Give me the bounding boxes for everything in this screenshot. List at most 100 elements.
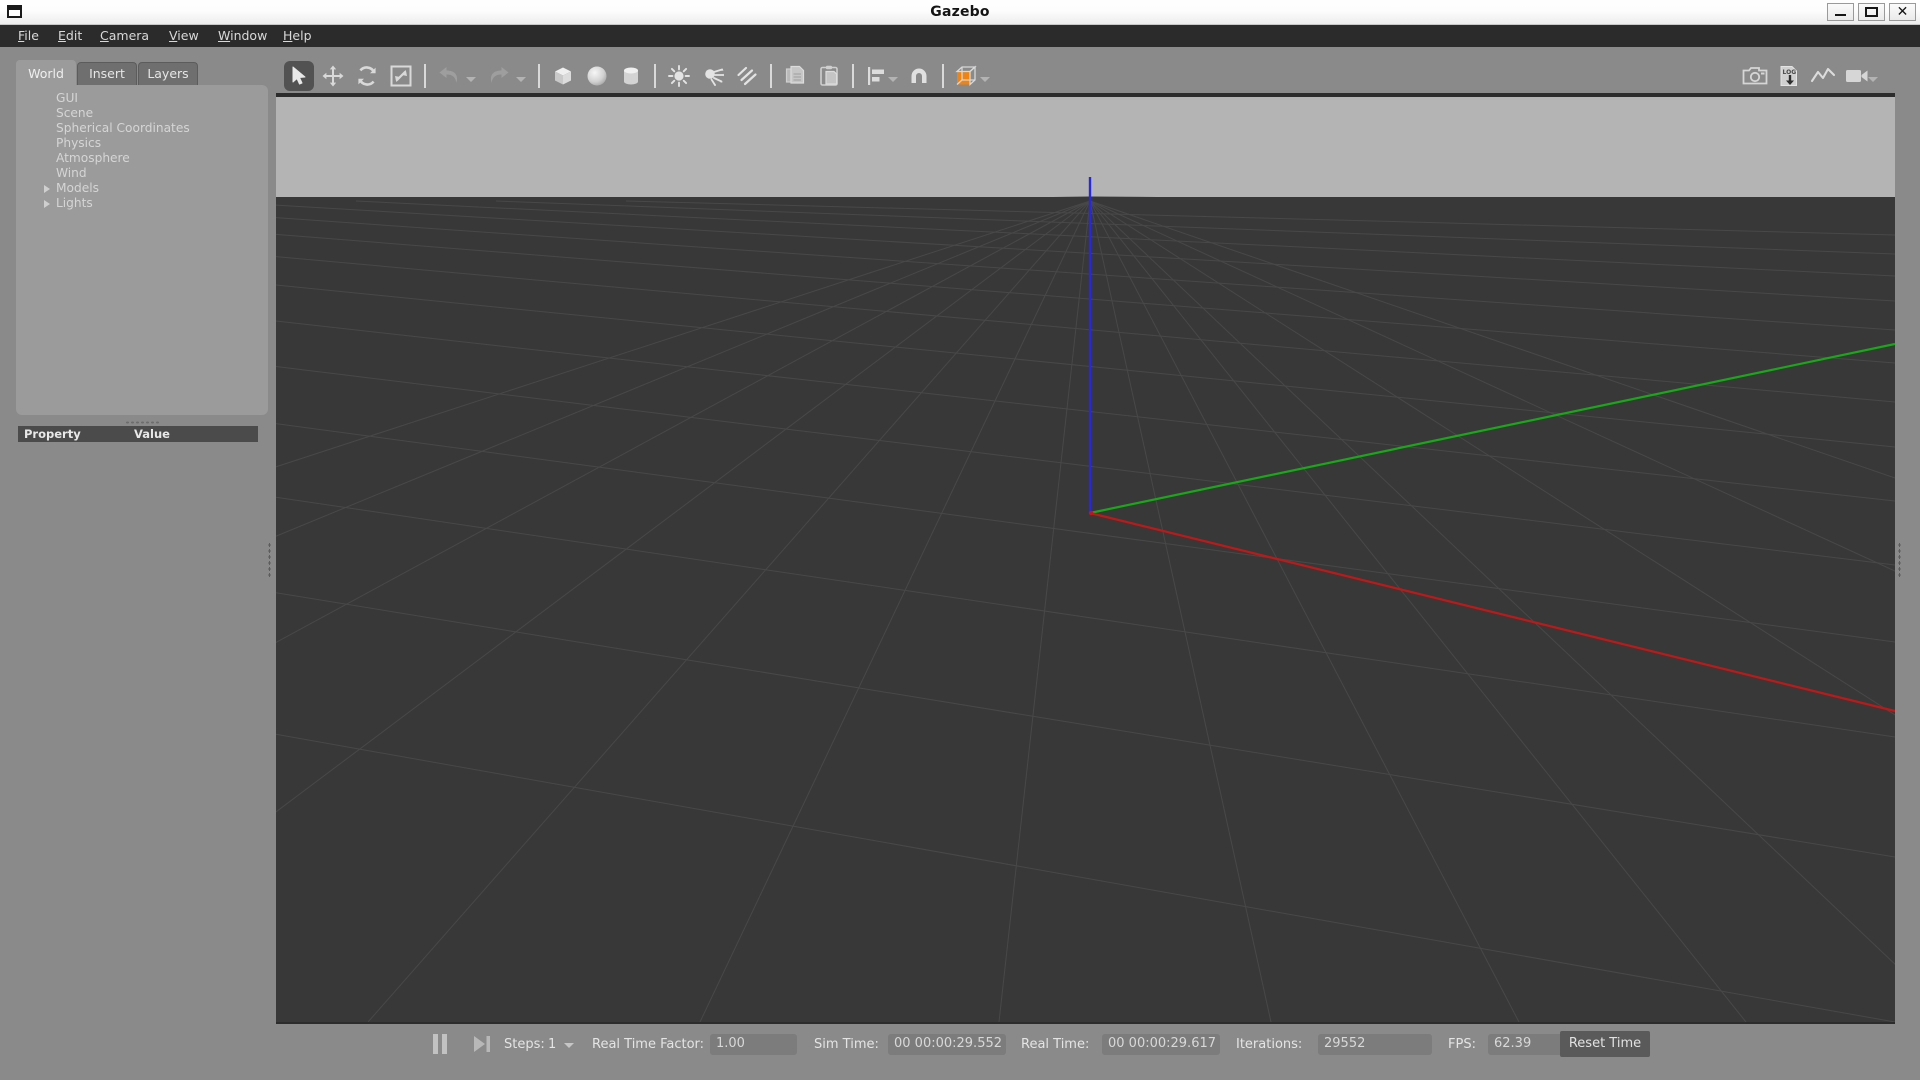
tree-item-label: GUI — [56, 91, 78, 105]
tree-item-label: Scene — [56, 106, 94, 120]
tree-item-physics[interactable]: Physics — [16, 136, 268, 151]
select-tool[interactable] — [284, 61, 314, 91]
right-vertical-splitter[interactable] — [1895, 80, 1903, 1040]
real-time-label: Real Time: — [1021, 1037, 1090, 1052]
tree-item-label: Physics — [56, 136, 102, 150]
scale-tool[interactable] — [386, 61, 416, 91]
tree-item-scene[interactable]: Scene — [16, 106, 268, 121]
close-button[interactable]: ✕ — [1889, 3, 1916, 21]
redo-dropdown-icon[interactable] — [516, 77, 526, 82]
title-bar: Gazebo ✕ — [0, 0, 1920, 25]
steps-dropdown-icon[interactable] — [564, 1043, 574, 1048]
render-region: LOG Steps: 1 Real Time Factor: 1.00 Sim … — [276, 57, 1895, 1065]
sim-time-label: Sim Time: — [814, 1037, 879, 1052]
expand-arrow-icon[interactable] — [44, 200, 50, 208]
undo-tool[interactable] — [434, 61, 464, 91]
toolbar-separator — [942, 64, 944, 88]
log-tool[interactable]: LOG — [1774, 61, 1804, 91]
property-table-header: Property Value — [18, 426, 258, 442]
view-angle-dropdown-icon[interactable] — [980, 77, 990, 82]
redo-tool[interactable] — [484, 61, 514, 91]
toolbar-separator — [654, 64, 656, 88]
left-vertical-splitter[interactable] — [265, 80, 273, 1040]
column-header-value: Value — [134, 427, 170, 441]
property-table-body[interactable] — [18, 442, 258, 1052]
align-tool[interactable] — [862, 61, 892, 91]
toolbar-separator — [852, 64, 854, 88]
splitter-grip-icon — [125, 420, 159, 424]
box-tool[interactable] — [548, 61, 578, 91]
tree-item-models[interactable]: Models — [16, 181, 268, 196]
directional-light-tool[interactable] — [732, 61, 762, 91]
align-dropdown-icon[interactable] — [888, 77, 898, 82]
iterations-value: 29552 — [1318, 1034, 1432, 1055]
tab-world[interactable]: World — [16, 60, 76, 85]
tree-item-label: Atmosphere — [56, 151, 130, 165]
sim-time-value: 00 00:00:29.552 — [888, 1034, 1006, 1055]
expand-arrow-icon[interactable] — [44, 185, 50, 193]
screenshot-tool[interactable] — [1740, 61, 1770, 91]
svg-text:LOG: LOG — [1783, 69, 1797, 76]
spot-light-tool[interactable] — [698, 61, 728, 91]
x-axis — [1089, 511, 1895, 713]
panel-horizontal-splitter[interactable] — [16, 418, 268, 426]
tab-layers[interactable]: Layers — [138, 62, 198, 85]
translate-tool[interactable] — [318, 61, 348, 91]
cylinder-tool[interactable] — [616, 61, 646, 91]
gazebo-window: Gazebo ✕ File Edit Camera View Window He… — [0, 0, 1920, 1080]
world-tree[interactable]: GUI Scene Spherical Coordinates Physics … — [16, 85, 268, 415]
real-time-factor-label: Real Time Factor: — [592, 1037, 705, 1052]
menu-bar: File Edit Camera View Window Help — [0, 25, 1920, 47]
panel-tab-bar: World Insert Layers — [16, 60, 268, 85]
window-title: Gazebo — [930, 4, 990, 20]
real-time-factor-value: 1.00 — [710, 1034, 797, 1055]
3d-viewport[interactable] — [276, 97, 1895, 1022]
fps-label: FPS: — [1448, 1037, 1476, 1052]
copy-tool[interactable] — [780, 61, 810, 91]
tree-item-wind[interactable]: Wind — [16, 166, 268, 181]
menu-window[interactable]: Window — [212, 25, 273, 47]
toolbar-separator — [538, 64, 540, 88]
menu-camera[interactable]: Camera — [94, 25, 155, 47]
splitter-grip-icon — [1897, 542, 1901, 578]
reset-time-button[interactable]: Reset Time — [1560, 1031, 1650, 1057]
tree-item-gui[interactable]: GUI — [16, 91, 268, 106]
menu-edit[interactable]: Edit — [52, 25, 88, 47]
snap-tool[interactable] — [904, 61, 934, 91]
record-dropdown-icon[interactable] — [1868, 77, 1878, 82]
tree-item-label: Lights — [56, 196, 93, 210]
menu-file[interactable]: File — [12, 25, 45, 47]
scene-grid — [276, 177, 1895, 1022]
main-toolbar: LOG — [276, 57, 1895, 95]
real-time-value: 00 00:00:29.617 — [1102, 1034, 1220, 1055]
tree-item-label: Models — [56, 181, 99, 195]
tree-item-label: Spherical Coordinates — [56, 121, 190, 135]
plot-tool[interactable] — [1808, 61, 1838, 91]
tree-item-label: Wind — [56, 166, 87, 180]
toolbar-separator — [770, 64, 772, 88]
undo-dropdown-icon[interactable] — [466, 77, 476, 82]
view-angle-tool[interactable] — [952, 61, 982, 91]
pause-button[interactable] — [428, 1033, 452, 1055]
maximize-button[interactable] — [1858, 3, 1885, 21]
minimize-button[interactable] — [1827, 3, 1854, 21]
step-button[interactable] — [471, 1034, 493, 1054]
iterations-label: Iterations: — [1236, 1037, 1303, 1052]
steps-label: Steps: — [504, 1037, 545, 1052]
column-header-property: Property — [24, 427, 81, 441]
left-panel: World Insert Layers GUI Scene Spherical … — [16, 60, 268, 1065]
menu-view[interactable]: View — [163, 25, 205, 47]
tab-insert[interactable]: Insert — [77, 62, 137, 85]
toolbar-separator — [424, 64, 426, 88]
tree-item-spherical-coordinates[interactable]: Spherical Coordinates — [16, 121, 268, 136]
paste-tool[interactable] — [814, 61, 844, 91]
tree-item-atmosphere[interactable]: Atmosphere — [16, 151, 268, 166]
point-light-tool[interactable] — [664, 61, 694, 91]
sphere-tool[interactable] — [582, 61, 612, 91]
menu-help[interactable]: Help — [277, 25, 318, 47]
splitter-grip-icon — [267, 542, 271, 578]
steps-value[interactable]: 1 — [548, 1036, 556, 1054]
record-tool[interactable] — [1842, 61, 1872, 91]
rotate-tool[interactable] — [352, 61, 382, 91]
tree-item-lights[interactable]: Lights — [16, 196, 268, 211]
